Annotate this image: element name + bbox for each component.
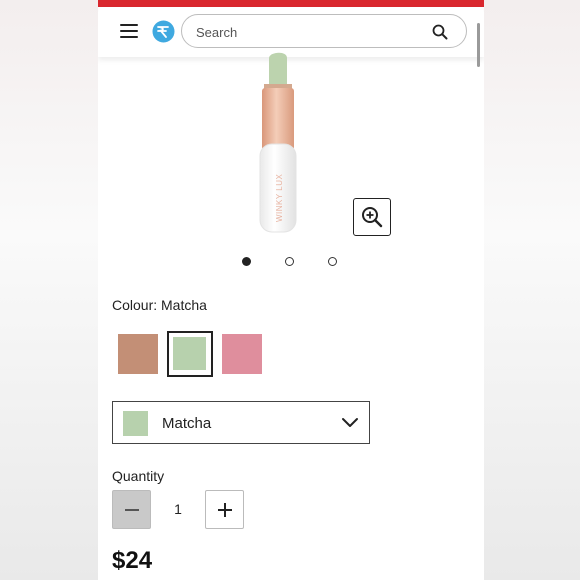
swatch-pink[interactable] bbox=[222, 334, 262, 374]
product-image[interactable]: WINKY LUX bbox=[238, 50, 338, 240]
search-input[interactable] bbox=[194, 22, 418, 42]
chevron-down-icon bbox=[341, 416, 359, 434]
swatch-selected-frame[interactable] bbox=[167, 331, 213, 377]
colour-label: Colour: Matcha bbox=[112, 297, 207, 313]
search-icon[interactable] bbox=[432, 24, 448, 40]
top-accent-bar bbox=[98, 0, 484, 7]
carousel-dot-2[interactable] bbox=[285, 257, 294, 266]
swatch-tan[interactable] bbox=[118, 334, 158, 374]
minus-icon bbox=[125, 509, 139, 511]
carousel-dots bbox=[98, 257, 484, 269]
product-price: $24 bbox=[112, 547, 153, 574]
quantity-label: Quantity bbox=[112, 468, 165, 484]
quantity-value[interactable]: 1 bbox=[170, 501, 186, 517]
plus-icon bbox=[218, 503, 232, 517]
zoom-button[interactable] bbox=[353, 198, 391, 236]
logo-icon[interactable] bbox=[152, 20, 175, 43]
phone-screen: WINKY LUX Colour: Matcha Matcha Quantity bbox=[98, 0, 484, 580]
colour-dropdown[interactable]: Matcha bbox=[112, 401, 370, 444]
dropdown-selected-text: Matcha bbox=[162, 415, 212, 432]
carousel-dot-3[interactable] bbox=[328, 257, 337, 266]
scrollbar[interactable] bbox=[477, 23, 480, 67]
background-right bbox=[484, 0, 580, 580]
brand-text-on-tube: WINKY LUX bbox=[275, 173, 284, 222]
decrease-quantity-button[interactable] bbox=[112, 490, 151, 529]
menu-icon[interactable] bbox=[120, 24, 138, 38]
dropdown-swatch bbox=[123, 411, 148, 436]
increase-quantity-button[interactable] bbox=[205, 490, 244, 529]
swatch-matcha bbox=[173, 337, 206, 370]
background-left bbox=[0, 0, 98, 580]
search-bar bbox=[181, 14, 467, 48]
carousel-dot-1[interactable] bbox=[242, 257, 251, 266]
zoom-in-icon bbox=[362, 207, 383, 228]
